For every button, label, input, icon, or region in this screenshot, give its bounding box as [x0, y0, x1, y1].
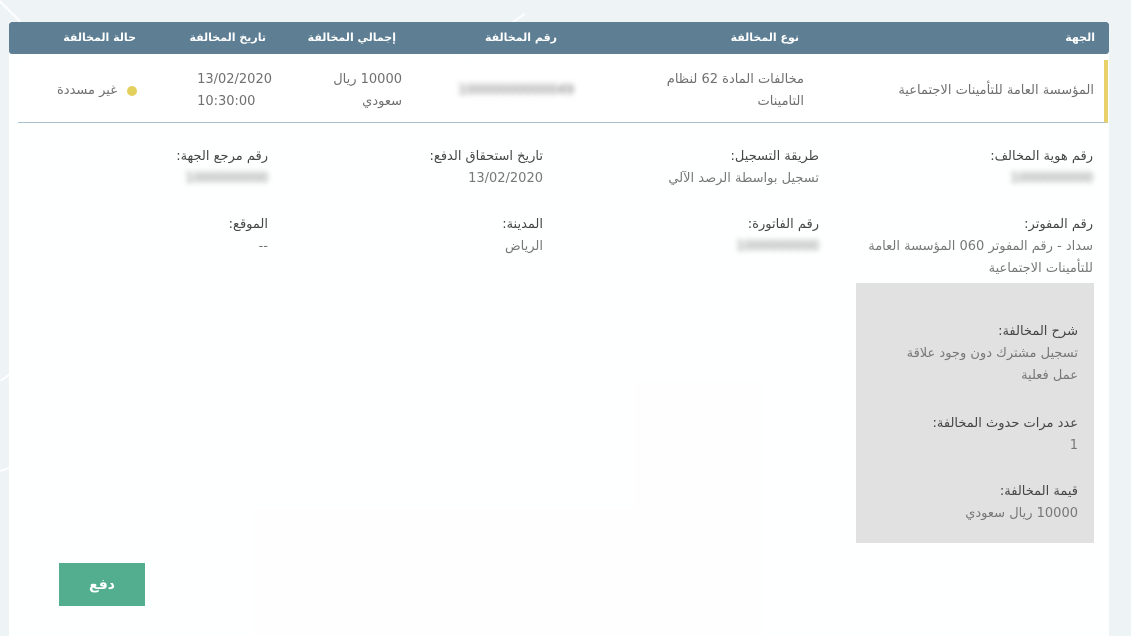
violation-amount: قيمة المخالفة: 10000 ريال سعودي [965, 484, 1078, 521]
header-violation-total: إجمالي المخالفة [307, 31, 396, 44]
detail-invoice-number: رقم الفاتورة: 1000000000 [736, 217, 819, 254]
pay-button[interactable]: دفع [59, 563, 145, 606]
detail-payment-due-date: تاريخ استحقاق الدفع: 13/02/2020 [429, 149, 543, 186]
row-violation-date: 13/02/2020 10:30:00 [197, 72, 272, 109]
table-row[interactable]: المؤسسة العامة للتأمينات الاجتماعية مخال… [18, 60, 1108, 123]
detail-violator-id: رقم هوية المخالف: 1000000000 [990, 149, 1093, 186]
detail-location: الموقع: -- [228, 217, 268, 254]
header-violation-date: تاريخ المخالفة [189, 31, 266, 44]
detail-authority-reference: رقم مرجع الجهة: 1000000000 [176, 149, 268, 186]
detail-biller-number: رقم المفوتر: سداد - رقم المفوتر 060 المؤ… [868, 217, 1093, 276]
row-violation-type: مخالفات المادة 62 لنظام التامينات [666, 72, 804, 109]
header-violation-number: رقم المخالفة [484, 31, 557, 44]
status-label: غير مسددة [56, 83, 117, 98]
row-violation-number: 10000000000049 [458, 83, 574, 98]
violation-occurrences: عدد مرات حدوث المخالفة: 1 [932, 416, 1078, 453]
row-authority: المؤسسة العامة للتأمينات الاجتماعية [898, 83, 1094, 98]
detail-registration-method: طريقة التسجيل: تسجيل بواسطة الرصد الآلي [668, 149, 819, 186]
background-decoration [0, 0, 22, 23]
status-dot [127, 86, 137, 96]
header-violation-type: نوع المخالفة [730, 31, 799, 44]
header-authority: الجهة [1065, 31, 1095, 44]
table-header: الجهة نوع المخالفة رقم المخالفة إجمالي ا… [9, 22, 1109, 54]
violation-info-box: شرح المخالفة: تسجيل مشترك دون وجود علاقة… [856, 283, 1094, 543]
row-violation-total: 10000 ريال سعودي [333, 72, 402, 109]
violation-description: شرح المخالفة: تسجيل مشترك دون وجود علاقة… [906, 324, 1078, 383]
row-status: غير مسددة [57, 80, 137, 102]
header-violation-status: حالة المخالفة [63, 31, 136, 44]
detail-city: المدينة: الرياض [502, 217, 543, 254]
